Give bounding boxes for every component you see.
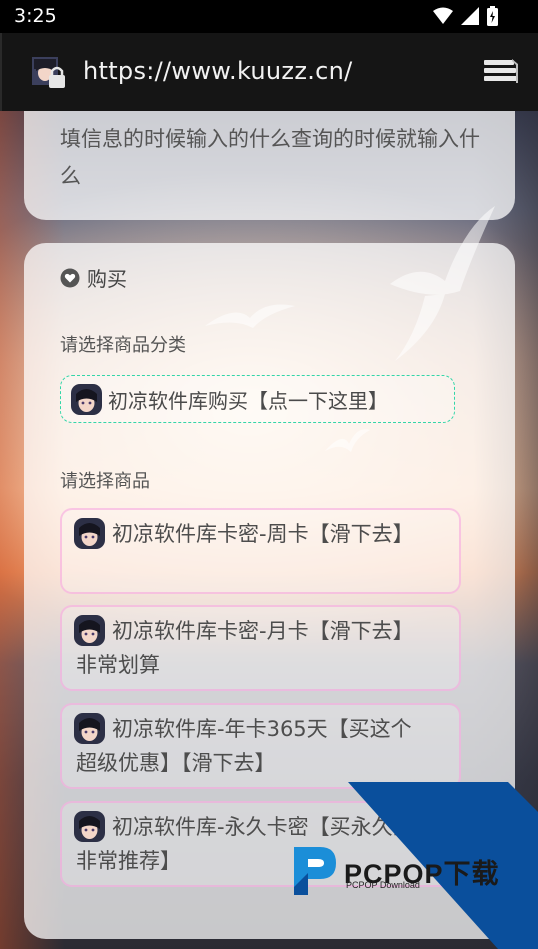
pcpop-logo-icon xyxy=(294,847,336,895)
info-card: 填信息的时候输入的什么查询的时候就输入什么 xyxy=(24,111,515,220)
status-bar: 3:25 xyxy=(0,0,538,33)
tabs-menu-icon[interactable] xyxy=(482,58,518,88)
signal-icon xyxy=(461,7,479,25)
battery-icon xyxy=(487,6,498,26)
wifi-icon xyxy=(433,7,453,24)
product-label: 请选择商品 xyxy=(60,471,150,492)
category-option-selected[interactable]: 初凉软件库购买【点一下这里】 xyxy=(60,375,455,423)
url-bar[interactable]: https://www.kuuzz.cn/ xyxy=(83,57,353,85)
product-item-weekly[interactable]: 初凉软件库卡密-周卡【滑下去】 xyxy=(60,508,461,594)
product-item-monthly[interactable]: 初凉软件库卡密-月卡【滑下去】非常划算 xyxy=(60,605,461,691)
product-item-label: 初凉软件库卡密-周卡【滑下去】 xyxy=(112,522,414,546)
product-item-label: 初凉软件库卡密-月卡【滑下去】非常划算 xyxy=(76,619,414,677)
category-label: 请选择商品分类 xyxy=(60,335,186,356)
status-time: 3:25 xyxy=(14,5,57,27)
info-text: 填信息的时候输入的什么查询的时候就输入什么 xyxy=(60,127,480,188)
product-item-label: 初凉软件库-年卡365天【买这个超级优惠】【滑下去】 xyxy=(76,717,412,775)
avatar-icon xyxy=(71,383,102,415)
category-option-label: 初凉软件库购买【点一下这里】 xyxy=(108,388,388,413)
site-favicon-lock-icon[interactable] xyxy=(32,57,65,91)
watermark-subtitle: PCPOP Download xyxy=(346,880,420,890)
heart-icon xyxy=(60,268,80,287)
product-item-yearly[interactable]: 初凉软件库-年卡365天【买这个超级优惠】【滑下去】 xyxy=(60,703,461,789)
buy-title: 购买 xyxy=(87,267,127,291)
status-icons xyxy=(433,6,498,26)
buy-header: 购买 xyxy=(60,263,127,292)
watermark-logo: PCPOP下载 xyxy=(290,843,500,899)
browser-toolbar: https://www.kuuzz.cn/ xyxy=(0,33,538,111)
